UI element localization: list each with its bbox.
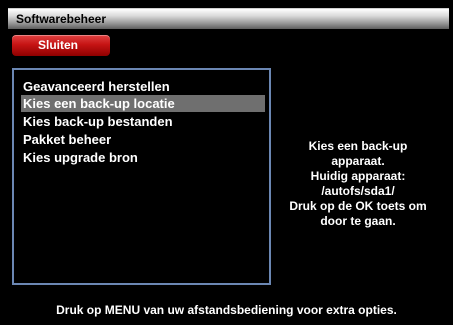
footer-hint: Druk op MENU van uw afstandsbediening vo…: [56, 303, 397, 317]
title-bar: Softwarebeheer: [8, 8, 449, 29]
description-panel: Kies een back-up apparaat. Huidig appara…: [268, 139, 448, 229]
current-device-path: /autofs/sda1/: [321, 184, 395, 198]
description-line: Huidig apparaat:: [310, 169, 406, 183]
menu-item-backup-files[interactable]: Kies back-up bestanden: [21, 113, 265, 130]
description-line: apparaat.: [331, 154, 385, 168]
description-line: Druk op de OK toets om: [289, 199, 427, 213]
menu-item-package-manager[interactable]: Pakket beheer: [21, 131, 265, 148]
description-line: Kies een back-up: [308, 139, 408, 153]
close-button[interactable]: Sluiten: [12, 35, 110, 56]
menu-item-backup-location[interactable]: Kies een back-up locatie: [21, 95, 265, 112]
close-button-label: Sluiten: [38, 38, 79, 52]
menu-item-advanced-restore[interactable]: Geavanceerd herstellen: [21, 78, 265, 95]
description-line: door te gaan.: [320, 214, 396, 228]
menu-list: Geavanceerd herstellen Kies een back-up …: [12, 68, 271, 285]
menu-item-upgrade-source[interactable]: Kies upgrade bron: [21, 149, 265, 166]
window-title: Softwarebeheer: [16, 12, 107, 26]
